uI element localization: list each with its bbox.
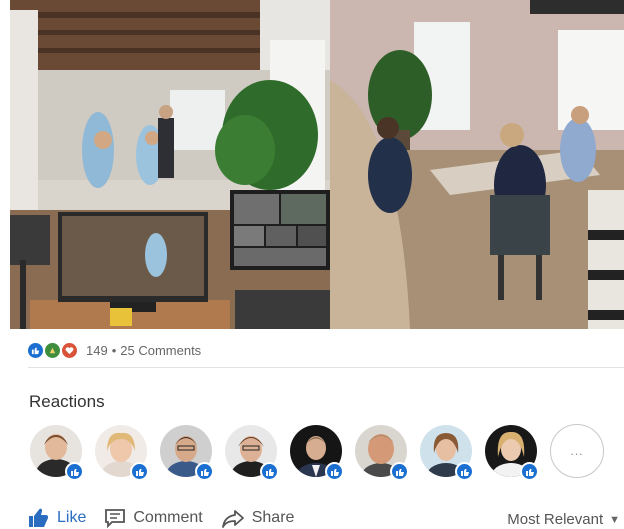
avatar[interactable] bbox=[160, 425, 214, 481]
post-actions-bar: Like Comment Share bbox=[28, 505, 312, 529]
thumbs-up-icon bbox=[28, 508, 50, 528]
section-divider bbox=[28, 367, 624, 368]
like-icon bbox=[195, 462, 214, 481]
avatar[interactable] bbox=[420, 425, 474, 481]
like-icon bbox=[325, 462, 344, 481]
like-icon bbox=[130, 462, 149, 481]
caret-down-icon: ▼ bbox=[609, 513, 620, 526]
counts-separator: • bbox=[111, 342, 117, 358]
reactions-count[interactable]: 149 bbox=[86, 343, 108, 358]
post-photo-meeting[interactable] bbox=[330, 0, 624, 329]
avatar[interactable] bbox=[290, 425, 344, 481]
love-icon bbox=[62, 342, 77, 358]
avatar[interactable] bbox=[485, 425, 539, 481]
like-icon bbox=[65, 462, 84, 481]
social-counts[interactable]: 149 • 25 Comments bbox=[28, 340, 201, 360]
share-icon bbox=[221, 508, 245, 528]
more-reactors-button[interactable]: ... bbox=[550, 424, 604, 478]
comment-button[interactable]: Comment bbox=[104, 508, 203, 528]
comments-count[interactable]: 25 Comments bbox=[120, 343, 201, 358]
reactions-heading: Reactions bbox=[29, 392, 105, 411]
sort-dropdown[interactable]: Most Relevant ▼ bbox=[507, 511, 620, 528]
like-icon bbox=[28, 342, 43, 358]
post-photo-studio[interactable] bbox=[10, 0, 330, 329]
like-icon bbox=[390, 462, 409, 481]
like-button[interactable]: Like bbox=[28, 508, 86, 528]
comment-icon bbox=[104, 508, 126, 528]
like-icon bbox=[260, 462, 279, 481]
like-icon bbox=[520, 462, 539, 481]
avatar[interactable] bbox=[30, 425, 84, 481]
photo-meeting-image bbox=[330, 0, 624, 329]
avatar[interactable] bbox=[355, 425, 409, 481]
sort-label: Most Relevant bbox=[507, 511, 604, 528]
post-media[interactable] bbox=[10, 0, 624, 329]
share-button[interactable]: Share bbox=[221, 508, 295, 528]
avatar[interactable] bbox=[225, 425, 279, 481]
counts-text[interactable]: 149 • 25 Comments bbox=[86, 343, 201, 358]
comment-label: Comment bbox=[133, 509, 203, 526]
like-label: Like bbox=[57, 509, 87, 526]
celebrate-icon bbox=[45, 342, 60, 358]
avatar[interactable] bbox=[95, 425, 149, 481]
photo-studio-image bbox=[10, 0, 330, 329]
reactor-avatars: ... bbox=[30, 424, 604, 481]
like-icon bbox=[455, 462, 474, 481]
share-label: Share bbox=[251, 509, 295, 526]
